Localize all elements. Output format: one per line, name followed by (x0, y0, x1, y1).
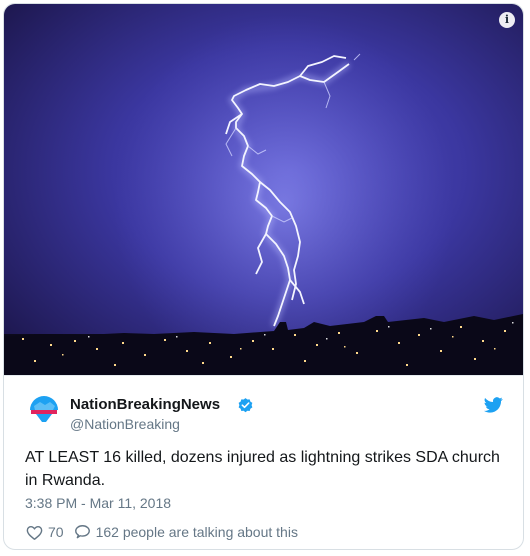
twitter-bird-icon[interactable] (484, 397, 503, 413)
reply-icon (74, 524, 90, 538)
conversation-link[interactable]: 162 people are talking about this (73, 523, 298, 542)
heart-icon (26, 525, 43, 540)
embedded-tweet-card: i NationBreakingNews @NationBreaking AT … (3, 3, 524, 550)
info-icon[interactable]: i (499, 12, 515, 28)
tweet-text: AT LEAST 16 killed, dozens injured as li… (25, 449, 500, 489)
display-name[interactable]: NationBreakingNews (70, 396, 220, 413)
user-handle[interactable]: @NationBreaking (70, 416, 180, 432)
like-button[interactable]: 70 (25, 523, 64, 542)
tweet-media-photo[interactable]: i (4, 4, 523, 375)
lightning-photo (4, 4, 523, 375)
talking-count: 162 people are talking about this (95, 524, 298, 540)
avatar[interactable] (26, 393, 62, 429)
like-count: 70 (48, 524, 64, 540)
tweet-body: NationBreakingNews @NationBreaking AT LE… (4, 375, 523, 540)
tweet-actions: 70 162 people are talking about this (25, 522, 298, 542)
verified-icon (238, 398, 253, 413)
tweet-timestamp[interactable]: 3:38 PM - Mar 11, 2018 (25, 495, 171, 511)
